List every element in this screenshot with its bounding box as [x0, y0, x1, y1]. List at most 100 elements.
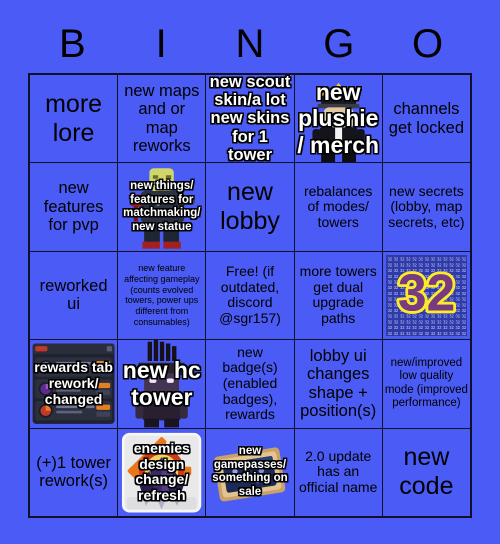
svg-text:32: 32 [455, 319, 460, 324]
bingo-card: B I N G O more lore new maps and or map rewor… [0, 0, 500, 544]
bingo-cell-label-i4: new hc tower [122, 357, 201, 410]
bingo-cell-label-i5: enemies design change/ refresh [133, 439, 190, 503]
bingo-cell-label-n5: new gamepasses/ something on sale [212, 445, 288, 498]
svg-text:32: 32 [437, 256, 442, 261]
bingo-cell-i4[interactable]: new hc tower [118, 340, 206, 428]
svg-text:32: 32 [455, 279, 460, 284]
svg-text:32: 32 [387, 319, 392, 324]
svg-text:32: 32 [455, 256, 460, 261]
bingo-cell-b5[interactable]: (+)1 tower rework(s) [30, 428, 118, 516]
bingo-cell-o3[interactable]: 32 32 32 32 32 32 32 32 32 32 32 32 32 32 32 32 32 32 32 32… [382, 251, 470, 340]
svg-text:32: 32 [418, 325, 423, 330]
bingo-cell-i2[interactable]: new things/ features for matchmaking/ ne… [118, 163, 206, 251]
svg-text:32: 32 [449, 325, 454, 330]
svg-text:32: 32 [406, 325, 411, 330]
svg-text:32: 32 [387, 274, 392, 279]
svg-text:32: 32 [400, 256, 405, 261]
bingo-cell-n2[interactable]: new lobby [206, 163, 294, 251]
svg-text:32: 32 [418, 331, 423, 336]
bingo-cell-o4[interactable]: new/improved low quality mode (improved … [382, 340, 470, 428]
svg-text:32: 32 [455, 302, 460, 307]
bingo-cell-n1[interactable]: new scout skin/a lot new skins for 1 tow… [206, 75, 294, 163]
svg-text:32: 32 [461, 256, 466, 261]
bingo-cell-label-b3: reworked ui [39, 277, 108, 314]
bingo-cell-label-i1: new maps and or map reworks [124, 81, 200, 156]
bingo-cell-label-g5: 2.0 update has an official name [299, 447, 378, 496]
svg-text:32: 32 [387, 279, 392, 284]
svg-text:32: 32 [406, 256, 411, 261]
bingo-cell-label-o4: new/improved low quality mode (improved … [384, 356, 468, 410]
logo-32-image: 32 32 32 32 32 32 32 32 32 32 32 32 32 32 32 32 32 32 32 32… [385, 254, 467, 337]
bingo-header-letter-2: N [235, 22, 265, 66]
svg-text:32: 32 [461, 331, 466, 336]
svg-text:32: 32 [387, 262, 392, 267]
svg-text:32: 32 [455, 291, 460, 296]
svg-text:32: 32 [412, 325, 417, 330]
svg-text:32: 32 [412, 331, 417, 336]
bingo-cell-b1[interactable]: more lore [30, 75, 118, 163]
bingo-cell-o5[interactable]: new code [382, 428, 470, 516]
svg-text:32: 32 [437, 331, 442, 336]
bingo-cell-n3[interactable]: Free! (if outdated, discord @sgr157) [206, 251, 294, 340]
svg-text:32: 32 [449, 331, 454, 336]
svg-text:32: 32 [394, 331, 399, 336]
svg-text:32: 32 [431, 256, 436, 261]
bingo-cell-o1[interactable]: channels get locked [382, 75, 470, 163]
svg-text:32: 32 [418, 256, 423, 261]
svg-text:32: 32 [387, 313, 392, 318]
bingo-cell-o2[interactable]: new secrets (lobby, map secrets, etc) [382, 163, 470, 251]
svg-text:32: 32 [387, 268, 392, 273]
bingo-header-letter-4: O [412, 22, 444, 66]
bingo-cell-label-g1: new plushie/ merch [297, 78, 380, 159]
svg-text:32: 32 [387, 331, 392, 336]
svg-text:32: 32 [424, 325, 429, 330]
bingo-cell-g4[interactable]: lobby ui changes shape + position(s) [294, 340, 382, 428]
bingo-cell-label-i3: new feature affecting gameplay (counts e… [124, 263, 200, 328]
svg-text:32: 32 [387, 291, 392, 296]
bingo-cell-label-n2: new lobby [220, 178, 280, 236]
svg-text:32: 32 [431, 325, 436, 330]
svg-text:32: 32 [455, 308, 460, 313]
bingo-cell-i1[interactable]: new maps and or map reworks [118, 75, 206, 163]
svg-text:32: 32 [443, 325, 448, 330]
svg-text:32: 32 [394, 325, 399, 330]
bingo-cell-g1[interactable]: new plushie/ merch [294, 75, 382, 163]
svg-text:32: 32 [387, 296, 392, 301]
bingo-cell-g3[interactable]: more towers get dual upgrade paths [294, 251, 382, 340]
bingo-header-letter-0: B [59, 22, 86, 66]
bingo-header-letter-1: I [155, 22, 167, 66]
svg-text:32: 32 [461, 274, 466, 279]
svg-text:32: 32 [461, 325, 466, 330]
svg-text:32: 32 [400, 331, 405, 336]
svg-text:32: 32 [461, 302, 466, 307]
svg-text:32: 32 [437, 325, 442, 330]
bingo-cell-label-b2: new features for pvp [43, 179, 104, 235]
bingo-cell-label-b4: rewards tab rework/ changed [34, 359, 113, 407]
bingo-cell-label-n1: new scout skin/a lot new skins for 1 tow… [209, 75, 291, 163]
bingo-cell-label-b5: (+)1 tower rework(s) [36, 453, 111, 491]
svg-text:32: 32 [387, 256, 392, 261]
bingo-cell-b3[interactable]: reworked ui [30, 251, 118, 340]
bingo-cell-label-g3: more towers get dual upgrade paths [299, 263, 377, 327]
bingo-cell-i3[interactable]: new feature affecting gameplay (counts e… [118, 251, 206, 340]
bingo-cell-g5[interactable]: 2.0 update has an official name [294, 428, 382, 516]
bingo-cell-b4[interactable]: rewards tab rework/ changed [30, 340, 118, 428]
svg-text:32: 32 [387, 325, 392, 330]
svg-text:32: 32 [400, 325, 405, 330]
svg-text:32: 32 [387, 302, 392, 307]
svg-text:32: 32 [461, 279, 466, 284]
bingo-cell-n4[interactable]: new badge(s) (enabled badges), rewards [206, 340, 294, 428]
bingo-header-letter-3: G [323, 22, 355, 66]
bingo-cell-label-g4: lobby ui changes shape + position(s) [300, 346, 377, 421]
bingo-cell-g2[interactable]: rebalances of modes/ towers [294, 163, 382, 251]
bingo-cell-b2[interactable]: new features for pvp [30, 163, 118, 251]
bingo-cell-label-i2: new things/ features for matchmaking/ ne… [123, 179, 201, 233]
svg-text:32: 32 [394, 256, 399, 261]
bingo-cell-i5[interactable]: enemies design change/ refresh [118, 428, 206, 516]
bingo-cell-n5[interactable]: new gamepasses/ something on sale [206, 428, 294, 516]
bingo-cell-label-o5: new code [399, 443, 454, 501]
svg-text:32: 32 [431, 331, 436, 336]
svg-text:32: 32 [461, 291, 466, 296]
svg-text:32: 32 [387, 308, 392, 313]
bingo-header: BINGO [28, 18, 472, 70]
